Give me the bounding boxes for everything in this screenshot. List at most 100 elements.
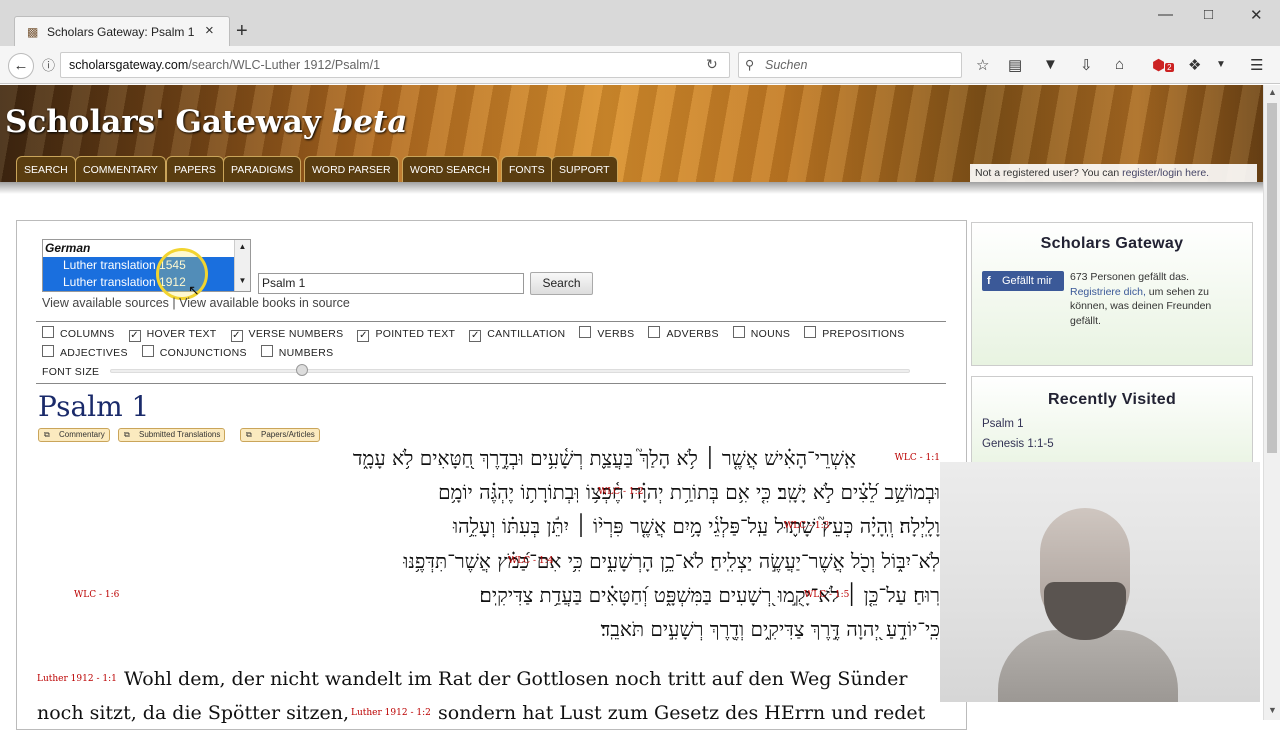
option-label: VERSE NUMBERS: [248, 328, 344, 340]
back-icon[interactable]: ←: [8, 53, 34, 79]
german-line[interactable]: noch sitzt, da die Spötter sitzen,: [37, 702, 349, 724]
checkbox[interactable]: [579, 326, 592, 338]
search-button[interactable]: Search: [530, 272, 593, 295]
nav-support[interactable]: SUPPORT: [551, 156, 618, 182]
nav-paradigms[interactable]: PARADIGMS: [223, 156, 302, 182]
option-label: NOUNS: [750, 328, 791, 340]
page-scrollbar[interactable]: ▲ ▼: [1263, 85, 1280, 720]
hebrew-line[interactable]: וּבְמוֹשַׁ֥ב לֵ֝צִ֗ים לֹ֣א יָשָֽׁב׃ כִּ֤…: [438, 480, 940, 505]
nav-papers[interactable]: PAPERS: [166, 156, 224, 182]
nav-commentary[interactable]: COMMENTARY: [75, 156, 166, 182]
menu-icon[interactable]: ☰: [1250, 56, 1263, 74]
option-verbs[interactable]: VERBS: [579, 326, 634, 340]
option-label: PREPOSITIONS: [822, 328, 905, 340]
german-line[interactable]: Wohl dem, der nicht wandelt im Rat der G…: [124, 668, 914, 690]
bookmark-star-icon[interactable]: ☆: [976, 56, 989, 74]
hebrew-line[interactable]: אַֽשְׁרֵי־הָאִ֗ישׁ אֲשֶׁ֤ר ׀ לֹ֥א הָלַךְ…: [353, 446, 856, 471]
facebook-text: 673 Personen gefällt das. Registriere dic…: [1070, 270, 1220, 328]
info-icon[interactable]: ⓘ: [42, 55, 55, 74]
listbox-scrollbar[interactable]: ▲ ▼: [234, 240, 250, 291]
reading-list-icon[interactable]: ▤: [1008, 56, 1022, 74]
facebook-register-link[interactable]: Registriere dich,: [1070, 286, 1146, 298]
view-sources-link[interactable]: View available sources: [42, 296, 169, 310]
hebrew-line[interactable]: לֹֽא־יִבּ֑וֹל וְכֹ֖ל אֲשֶׁר־יַעֲשֶׂ֣ה יַ…: [403, 549, 940, 574]
close-tab-icon[interactable]: ×: [205, 22, 214, 39]
checkbox[interactable]: [141, 345, 154, 357]
verse-tag[interactable]: WLC - 1:2: [598, 487, 643, 497]
home-icon[interactable]: ⌂: [1115, 56, 1124, 73]
adblock-icon[interactable]: ⬢ 2: [1152, 56, 1174, 74]
nav-word-search[interactable]: WORD SEARCH: [402, 156, 498, 182]
verse-tag[interactable]: Luther 1912 - 1:2: [351, 708, 431, 718]
submitted-translations-button[interactable]: ⧉ Submitted Translations: [118, 428, 226, 442]
option-nouns[interactable]: NOUNS: [732, 326, 791, 340]
new-tab-icon[interactable]: +: [236, 20, 248, 43]
verse-tag[interactable]: Luther 1912 - 1:1: [37, 674, 117, 684]
checkbox-checked[interactable]: ✓: [357, 330, 370, 342]
chevron-down-icon[interactable]: ▼: [1216, 59, 1226, 70]
minimize-icon[interactable]: —: [1158, 6, 1173, 23]
checkbox[interactable]: [42, 345, 54, 357]
pocket-icon[interactable]: ▼: [1043, 56, 1058, 73]
option-verse-numbers[interactable]: ✓ VERSE NUMBERS: [230, 328, 344, 342]
checkbox-checked[interactable]: ✓: [230, 330, 243, 342]
font-size-label: FONT SIZE: [42, 366, 100, 378]
hebrew-text-block: אַֽשְׁרֵי־הָאִ֗ישׁ אֲשֶׁ֤ר ׀ לֹ֥א הָלַךְ…: [36, 446, 940, 646]
nav-word-parser[interactable]: WORD PARSER: [304, 156, 399, 182]
recent-item[interactable]: Psalm 1: [982, 418, 1024, 430]
option-conjunctions[interactable]: CONJUNCTIONS: [141, 345, 247, 359]
scroll-up-icon[interactable]: ▲: [235, 242, 250, 251]
checkbox[interactable]: [732, 326, 745, 338]
checkbox[interactable]: [648, 326, 661, 338]
option-numbers[interactable]: NUMBERS: [260, 345, 334, 359]
nav-fonts[interactable]: FONTS: [501, 156, 553, 182]
checkbox-checked[interactable]: ✓: [128, 330, 141, 342]
font-size-slider-knob[interactable]: [296, 364, 308, 376]
checkbox[interactable]: [804, 326, 817, 338]
font-size-slider[interactable]: [110, 369, 910, 373]
option-prepositions[interactable]: PREPOSITIONS: [804, 326, 905, 340]
hebrew-line[interactable]: כִּֽי־יוֹדֵ֣עַ יְ֭הוָה דֶּ֣רֶךְ צַדִּיקִ…: [601, 617, 940, 642]
facebook-like-button[interactable]: f Gefällt mir: [982, 271, 1064, 291]
checkbox[interactable]: [42, 326, 54, 338]
option-columns[interactable]: COLUMNS: [42, 326, 115, 340]
browser-tab[interactable]: ▩ Scholars Gateway: Psalm 1 ×: [14, 16, 230, 46]
verse-tag[interactable]: WLC - 1:5: [804, 590, 849, 600]
hebrew-line[interactable]: וָלָֽיְלָה׃ וְֽהָיָ֗ה כְּעֵץ֮ שָׁת֪וּל ע…: [453, 514, 940, 539]
download-icon[interactable]: ⇩: [1080, 56, 1093, 74]
url-bar[interactable]: scholarsgateway.com/search/WLC-Luther 19…: [60, 52, 730, 78]
reference-input[interactable]: Psalm 1: [258, 273, 524, 294]
close-window-icon[interactable]: ✕: [1250, 6, 1263, 24]
option-hover-text[interactable]: ✓ HOVER TEXT: [128, 328, 217, 342]
verse-tag[interactable]: WLC - 1:3: [784, 521, 829, 531]
scrollbar-thumb[interactable]: [1267, 103, 1277, 453]
reload-icon[interactable]: ↻: [706, 56, 718, 73]
option-adverbs[interactable]: ADVERBS: [648, 326, 718, 340]
view-books-link[interactable]: View available books in source: [179, 296, 350, 310]
papers-articles-button[interactable]: ⧉ Papers/Articles: [240, 428, 320, 442]
option-pointed-text[interactable]: ✓ POINTED TEXT: [357, 328, 455, 342]
recent-item[interactable]: Genesis 1:1-5: [982, 438, 1054, 450]
commentary-button[interactable]: ⧉ Commentary: [38, 428, 110, 442]
site-title-beta: beta: [331, 104, 408, 140]
source-listbox[interactable]: German Luther translation 1545 Luther tr…: [42, 239, 251, 292]
option-adjectives[interactable]: ADJECTIVES: [42, 345, 128, 359]
checkbox-checked[interactable]: ✓: [469, 330, 482, 342]
german-line[interactable]: sondern hat Lust zum Gesetz des HErrn un…: [438, 702, 938, 724]
verse-tag[interactable]: WLC - 1:4: [508, 556, 553, 566]
hebrew-line[interactable]: רֽוּחַ׃ עַל־כֵּ֤ן ׀ לֹא־יָקֻ֣מוּ רְ֭שָׁע…: [479, 583, 940, 608]
verse-tag[interactable]: WLC - 1:1: [895, 453, 940, 463]
scroll-up-icon[interactable]: ▲: [1268, 87, 1277, 97]
maximize-icon[interactable]: □: [1204, 6, 1213, 23]
option-cantillation[interactable]: ✓ CANTILLATION: [469, 328, 565, 342]
checkbox[interactable]: [260, 345, 273, 357]
extension-icon[interactable]: ❖: [1188, 56, 1201, 74]
register-notice: Not a registered user? You can register/…: [970, 164, 1257, 182]
scroll-down-icon[interactable]: ▼: [1268, 705, 1277, 715]
browser-search-input[interactable]: ⚲ Suchen: [738, 52, 962, 78]
register-link[interactable]: register/login here.: [1122, 167, 1209, 179]
scroll-down-icon[interactable]: ▼: [235, 276, 250, 285]
site-title[interactable]: Scholars' Gateway beta: [5, 104, 407, 140]
nav-search[interactable]: SEARCH: [16, 156, 76, 182]
verse-tag[interactable]: WLC - 1:6: [74, 590, 119, 600]
